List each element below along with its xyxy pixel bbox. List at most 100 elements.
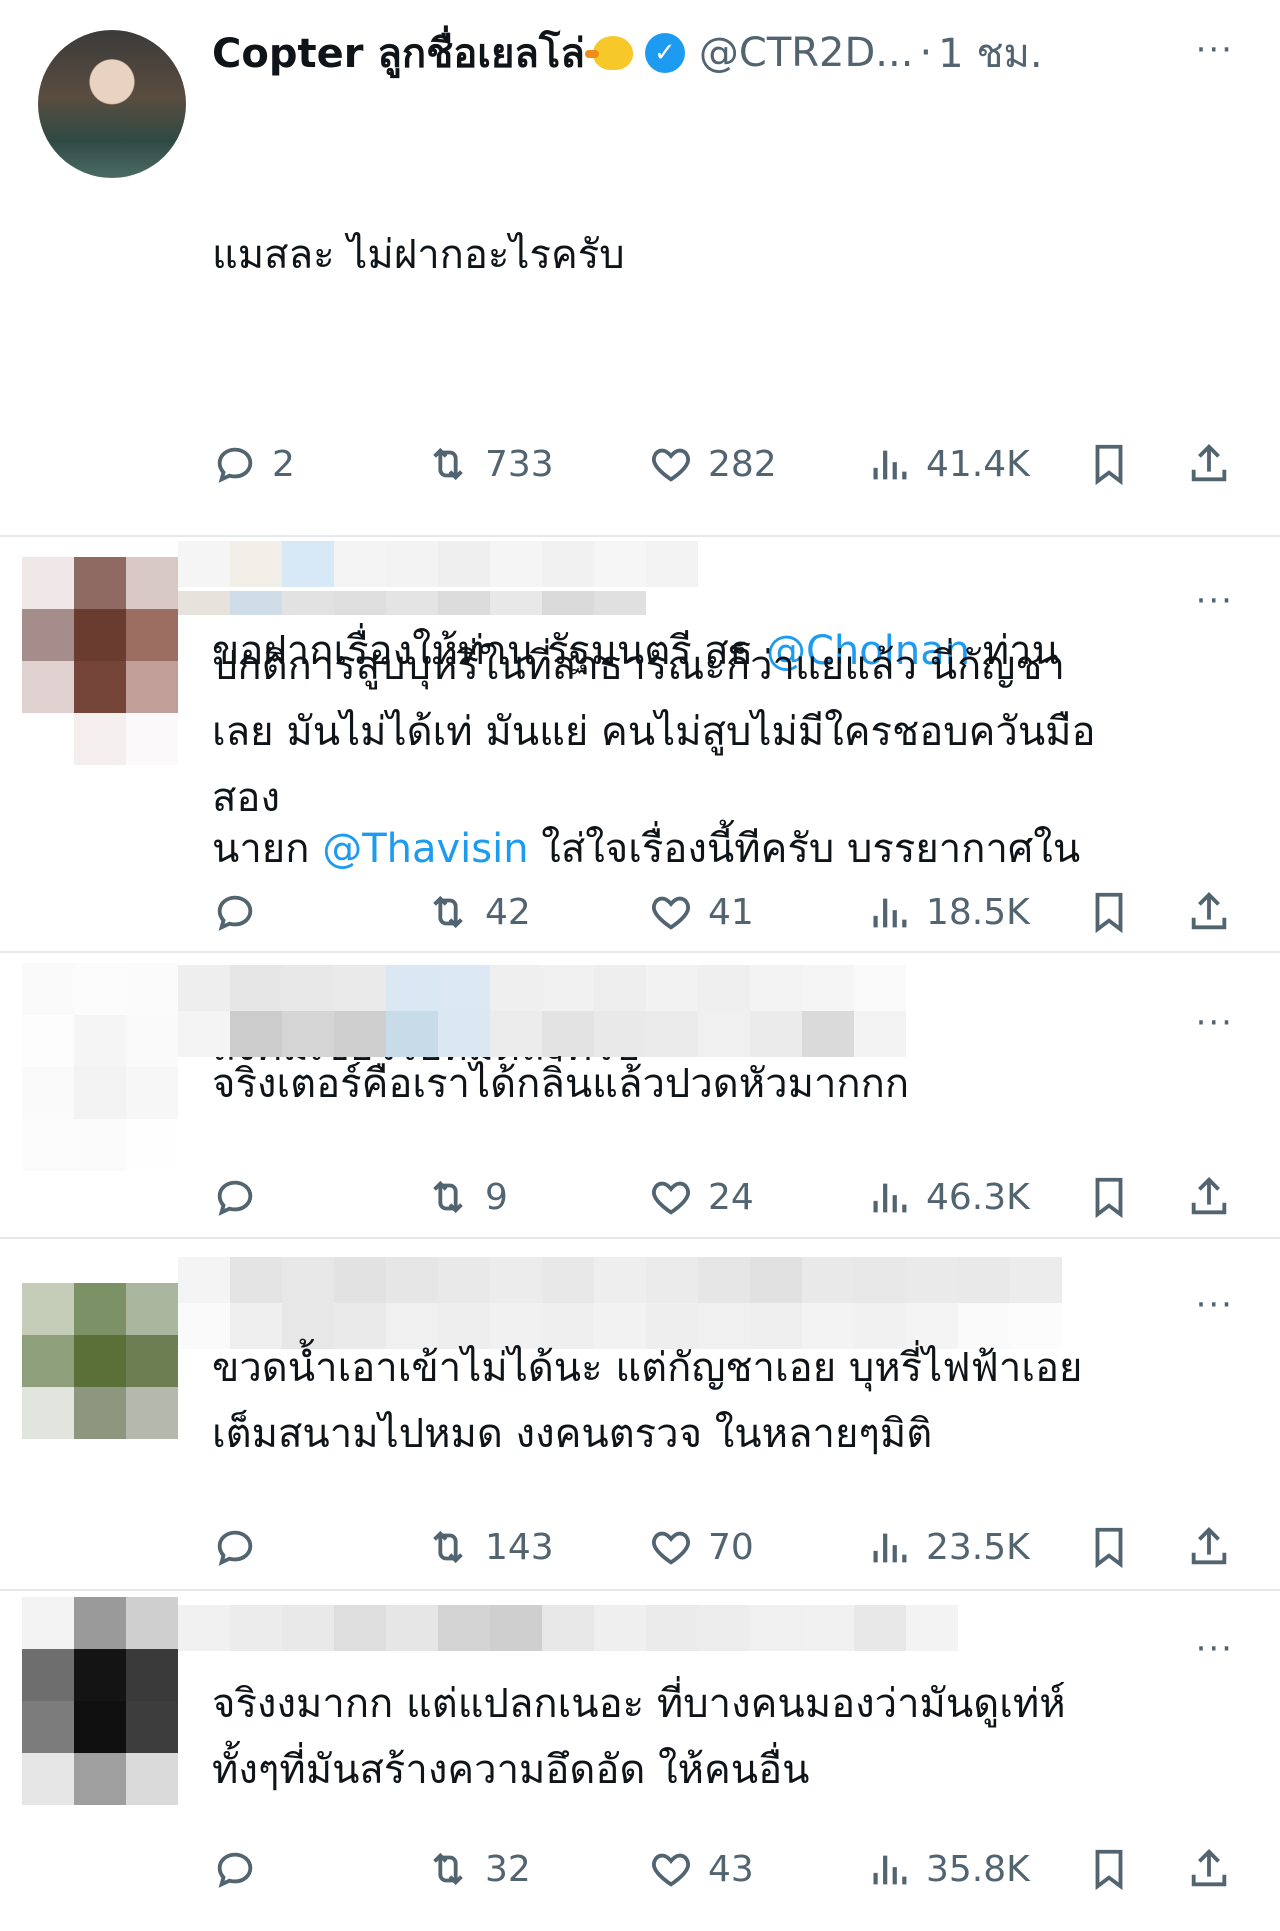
tweet-actions: 32 43 35.8K — [0, 1839, 1280, 1899]
like-button[interactable]: 70 — [648, 1517, 754, 1577]
more-options-icon[interactable]: ··· — [1196, 1003, 1234, 1043]
tweet-actions: 2 733 282 41.4K — [0, 434, 1280, 494]
share-button[interactable] — [1186, 434, 1232, 494]
bookmark-icon — [1095, 1527, 1123, 1569]
tweet-actions: 42 41 18.5K — [0, 882, 1280, 942]
more-options-icon[interactable]: ··· — [1196, 1629, 1234, 1669]
tweet-text: จริงเตอร์คือเราได้กลิ่นแล้วปวดหัวมากกก — [212, 1061, 910, 1107]
tweet-text: ขวดน้ำเอาเข้าไม่ได้นะ แต่กัญชาเอย บุหรี่… — [212, 1345, 1083, 1457]
views-button[interactable]: 41.4K — [866, 434, 1030, 494]
reply-button[interactable] — [212, 1517, 258, 1577]
retweet-count: 733 — [485, 443, 554, 485]
bookmark-button[interactable] — [1086, 1167, 1132, 1227]
bookmark-button[interactable] — [1086, 1517, 1132, 1577]
tweet-line: แมสละ ไม่ฝากอะไรครับ — [212, 232, 625, 278]
reply-icon — [217, 1530, 253, 1566]
tweet-text: จริงงมากก แต่แปลกเนอะ ที่บางคนมองว่ามันด… — [212, 1681, 1066, 1793]
tweet-actions: 9 24 46.3K — [0, 1167, 1280, 1227]
share-icon — [1191, 892, 1227, 930]
views-button[interactable]: 23.5K — [866, 1517, 1030, 1577]
more-options-icon[interactable]: ··· — [1196, 581, 1234, 621]
reply-count: 2 — [272, 443, 295, 485]
retweet-icon — [433, 1852, 463, 1886]
views-count: 35.8K — [926, 1848, 1030, 1890]
views-button[interactable]: 18.5K — [866, 882, 1030, 942]
like-icon — [652, 1531, 690, 1565]
retweet-button[interactable]: 733 — [425, 434, 554, 494]
reply-avatar-pixelated[interactable] — [22, 557, 178, 765]
main-tweet: Copter ลูกชื่อเยลโล่ ✓ @CTR2D... · 1 ชม.… — [0, 0, 1280, 1070]
views-count: 18.5K — [926, 891, 1030, 933]
like-icon — [652, 1853, 690, 1887]
author-handle[interactable]: @CTR2D... — [699, 30, 914, 76]
verified-badge-icon: ✓ — [644, 33, 685, 73]
header-separator: · — [919, 30, 933, 76]
like-count: 70 — [708, 1526, 754, 1568]
views-icon — [873, 450, 907, 480]
reply-button[interactable] — [212, 1839, 258, 1899]
bookmark-button[interactable] — [1086, 434, 1132, 494]
author-avatar[interactable] — [38, 30, 186, 178]
views-icon — [873, 898, 907, 928]
retweet-button[interactable]: 9 — [425, 1167, 508, 1227]
retweet-icon — [433, 447, 463, 481]
views-button[interactable]: 35.8K — [866, 1839, 1030, 1899]
reply-button[interactable] — [212, 1167, 258, 1227]
bookmark-button[interactable] — [1086, 882, 1132, 942]
bookmark-icon — [1095, 1849, 1123, 1891]
reply-avatar-pixelated[interactable] — [22, 1283, 178, 1491]
retweet-button[interactable]: 32 — [425, 1839, 531, 1899]
reply-icon — [217, 1852, 253, 1888]
share-button[interactable] — [1186, 1167, 1232, 1227]
more-options-icon[interactable]: ··· — [1196, 30, 1234, 70]
retweet-count: 32 — [485, 1848, 531, 1890]
tweet-timestamp[interactable]: 1 ชม. — [938, 21, 1042, 85]
reply-button[interactable] — [212, 882, 258, 942]
tweet-text: ปกติการสูบบุหรี่ในที่สาธารณะก็ว่าแย่แล้ว… — [212, 643, 1096, 821]
retweet-count: 143 — [485, 1526, 554, 1568]
like-count: 24 — [708, 1176, 754, 1218]
reply-avatar-pixelated[interactable] — [22, 963, 178, 1171]
retweet-button[interactable]: 143 — [425, 1517, 554, 1577]
like-button[interactable]: 43 — [648, 1839, 754, 1899]
reply-tweet: ··· ขวดน้ำเอาเข้าไม่ได้นะ แต่กัญชาเอย บุ… — [0, 1239, 1280, 1591]
like-count: 41 — [708, 891, 754, 933]
share-button[interactable] — [1186, 1517, 1232, 1577]
views-count: 41.4K — [926, 443, 1030, 485]
retweet-icon — [433, 1530, 463, 1564]
bookmark-icon — [1095, 444, 1123, 486]
bookmark-button[interactable] — [1086, 1839, 1132, 1899]
reply-tweet: ··· ปกติการสูบบุหรี่ในที่สาธารณะก็ว่าแย่… — [0, 537, 1280, 953]
author-name[interactable]: Copter ลูกชื่อเยลโล่ — [212, 21, 585, 85]
share-icon — [1191, 444, 1227, 482]
views-button[interactable]: 46.3K — [866, 1167, 1030, 1227]
tweet-header: Copter ลูกชื่อเยลโล่ ✓ @CTR2D... · 1 ชม. — [212, 28, 1043, 78]
duck-emoji-icon — [584, 36, 633, 70]
views-count: 46.3K — [926, 1176, 1030, 1218]
tweet-actions: 143 70 23.5K — [0, 1517, 1280, 1577]
bookmark-icon — [1095, 892, 1123, 934]
like-button[interactable]: 41 — [648, 882, 754, 942]
like-icon — [652, 1181, 690, 1215]
share-button[interactable] — [1186, 882, 1232, 942]
reply-tweet: ··· จริงงมากก แต่แปลกเนอะ ที่บางคนมองว่า… — [0, 1591, 1280, 1931]
blurred-handle — [178, 591, 646, 615]
reply-tweet: ··· จริงเตอร์คือเราได้กลิ่นแล้วปวดหัวมาก… — [0, 953, 1280, 1239]
reply-icon — [217, 895, 253, 931]
like-button[interactable]: 24 — [648, 1167, 754, 1227]
share-button[interactable] — [1186, 1839, 1232, 1899]
bookmark-icon — [1095, 1177, 1123, 1219]
like-count: 282 — [708, 443, 777, 485]
retweet-button[interactable]: 42 — [425, 882, 531, 942]
like-button[interactable]: 282 — [648, 434, 777, 494]
more-options-icon[interactable]: ··· — [1196, 1285, 1234, 1325]
reply-icon — [217, 447, 253, 483]
blurred-username — [178, 965, 906, 1057]
retweet-icon — [433, 895, 463, 929]
share-icon — [1191, 1849, 1227, 1887]
like-count: 43 — [708, 1848, 754, 1890]
retweet-count: 9 — [485, 1176, 508, 1218]
reply-avatar-pixelated[interactable] — [22, 1597, 178, 1805]
blurred-username — [178, 541, 698, 633]
reply-button[interactable]: 2 — [212, 434, 295, 494]
